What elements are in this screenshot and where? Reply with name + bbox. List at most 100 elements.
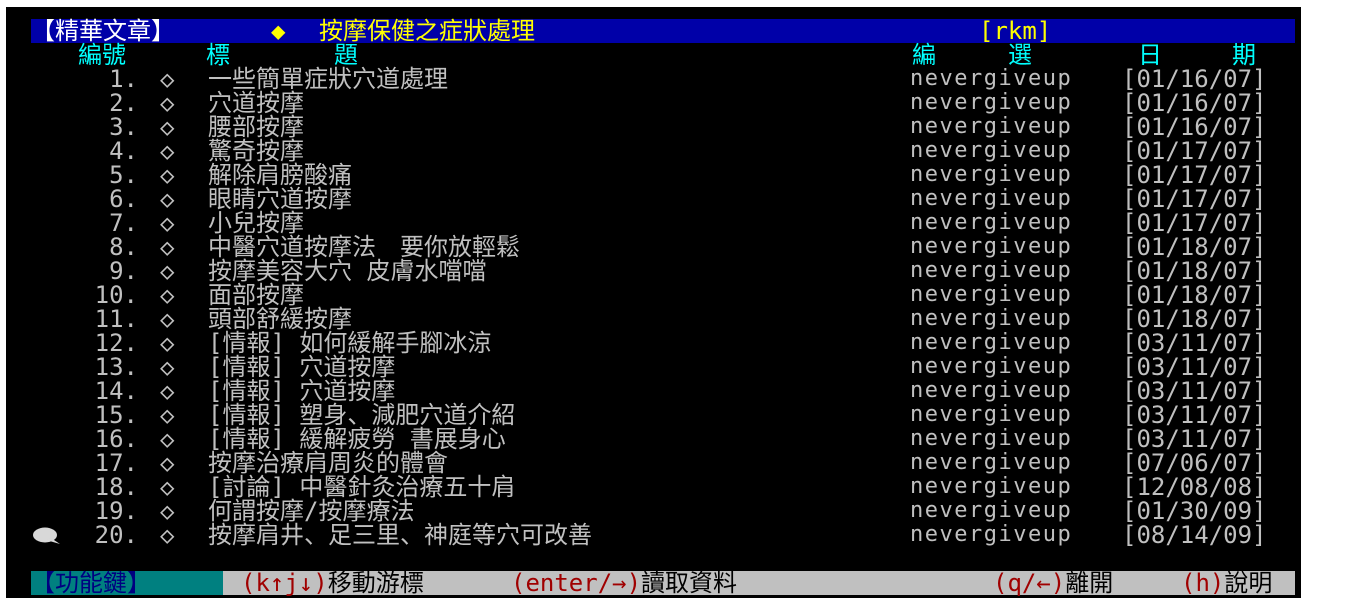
item-number: 17. [94, 449, 138, 477]
list-item[interactable]: 12. ◇ [情報] 如何緩解手腳冰涼 nevergiveup [03/11/07] [0, 329, 1300, 357]
leave-hotkey: (q/←) [993, 569, 1066, 597]
list-item[interactable]: 19. ◇ 何謂按摩/按摩療法 nevergiveup [01/30/09] [0, 497, 1300, 525]
item-marker: ◇ [160, 161, 175, 189]
board-label: 【精華文章】 [31, 17, 175, 45]
item-title: [情報] 緩解疲勞 書展身心 [208, 425, 506, 453]
item-marker: ◇ [160, 65, 175, 93]
article-list: 1. ◇ 一些簡單症狀穴道處理 nevergiveup [01/16/07] 2. ◇ 穴道按… [0, 67, 1300, 547]
list-item[interactable]: 3. ◇ 腰部按摩 nevergiveup [01/16/07] [0, 113, 1300, 141]
item-title: [情報] 如何緩解手腳冰涼 [208, 329, 492, 357]
item-title: 按摩肩井、足三里、神庭等穴可改善 [208, 521, 592, 549]
item-marker: ◇ [160, 281, 175, 309]
item-author: nevergiveup [910, 522, 1073, 547]
item-number: 16. [94, 425, 138, 453]
item-number: 3. [109, 113, 138, 141]
item-number: 12. [94, 329, 138, 357]
help-label: 說明 [1224, 569, 1273, 597]
item-author: nevergiveup [910, 258, 1073, 283]
list-item[interactable]: 2. ◇ 穴道按摩 nevergiveup [01/16/07] [0, 89, 1300, 117]
list-item[interactable]: 6. ◇ 眼睛穴道按摩 nevergiveup [01/17/07] [0, 185, 1300, 213]
list-item[interactable]: 11. ◇ 頭部舒緩按摩 nevergiveup [01/18/07] [0, 305, 1300, 333]
item-title: 穴道按摩 [208, 89, 304, 117]
item-number: 4. [109, 137, 138, 165]
item-title: 面部按摩 [208, 281, 304, 309]
list-item[interactable]: 17. ◇ 按摩治療肩周炎的體會 nevergiveup [07/06/07] [0, 449, 1300, 477]
item-date: [01/17/07] [1122, 185, 1267, 213]
item-date: [01/18/07] [1122, 305, 1267, 333]
item-number: 15. [94, 401, 138, 429]
item-number: 9. [109, 257, 138, 285]
item-marker: ◇ [160, 473, 175, 501]
item-author: nevergiveup [910, 402, 1073, 427]
item-author: nevergiveup [910, 474, 1073, 499]
item-title: 按摩治療肩周炎的體會 [208, 449, 448, 477]
item-marker: ◇ [160, 89, 175, 117]
item-marker: ◇ [160, 233, 175, 261]
item-number: 7. [109, 209, 138, 237]
list-item[interactable]: 7. ◇ 小兒按摩 nevergiveup [01/17/07] [0, 209, 1300, 237]
move-cursor-hint: (k↑j↓)移動游標 [241, 571, 424, 595]
list-item[interactable]: 16. ◇ [情報] 緩解疲勞 書展身心 nevergiveup [03/11/07] [0, 425, 1300, 453]
item-author: nevergiveup [910, 378, 1073, 403]
item-marker: ◇ [160, 449, 175, 477]
read-hint: (enter/→)讀取資料 [511, 571, 737, 595]
help-hotkey: (h) [1181, 569, 1225, 597]
item-author: nevergiveup [910, 450, 1073, 475]
item-title: 解除肩膀酸痛 [208, 161, 352, 189]
leave-label: 離開 [1065, 569, 1114, 597]
item-author: nevergiveup [910, 306, 1073, 331]
item-date: [01/16/07] [1122, 89, 1267, 117]
list-item[interactable]: 9. ◇ 按摩美容大穴 皮膚水噹噹 nevergiveup [01/18/07] [0, 257, 1300, 285]
item-date: [12/08/08] [1122, 473, 1267, 501]
window-frame-top [0, 0, 1347, 7]
list-item[interactable]: 5. ◇ 解除肩膀酸痛 nevergiveup [01/17/07] [0, 161, 1300, 189]
column-header-editor-b: 選 [1008, 41, 1032, 69]
item-marker: ◇ [160, 137, 175, 165]
title-bar: 【精華文章】 ◆ 按摩保健之症狀處理 [rkm] [31, 19, 1295, 43]
move-hotkey: (k↑j↓) [241, 569, 328, 597]
item-marker: ◇ [160, 113, 175, 141]
list-item[interactable]: 18. ◇ [討論] 中醫針灸治療五十肩 nevergiveup [12/08/08] [0, 473, 1300, 501]
item-marker: ◇ [160, 353, 175, 381]
item-title: 眼睛穴道按摩 [208, 185, 352, 213]
item-title: [情報] 穴道按摩 [208, 377, 396, 405]
item-date: [01/18/07] [1122, 257, 1267, 285]
help-hint: (h)說明 [1181, 571, 1272, 595]
item-date: [03/11/07] [1122, 401, 1267, 429]
item-title: 中醫穴道按摩法 要你放輕鬆 [208, 233, 520, 261]
item-number: 5. [109, 161, 138, 189]
list-item[interactable]: 4. ◇ 驚奇按摩 nevergiveup [01/17/07] [0, 137, 1300, 165]
item-author: nevergiveup [910, 210, 1073, 235]
speech-bubble-icon [33, 527, 60, 544]
item-number: 1. [109, 65, 138, 93]
window-frame-bottom [0, 598, 1347, 613]
list-item[interactable]: 14. ◇ [情報] 穴道按摩 nevergiveup [03/11/07] [0, 377, 1300, 405]
item-date: [01/16/07] [1122, 65, 1267, 93]
item-author: nevergiveup [910, 66, 1073, 91]
list-item[interactable]: 8. ◇ 中醫穴道按摩法 要你放輕鬆 nevergiveup [01/18/07] [0, 233, 1300, 261]
item-title: 腰部按摩 [208, 113, 304, 141]
item-author: nevergiveup [910, 426, 1073, 451]
list-item[interactable]: 15. ◇ [情報] 塑身、減肥穴道介紹 nevergiveup [03/11/07] [0, 401, 1300, 429]
item-number: 14. [94, 377, 138, 405]
item-marker: ◇ [160, 377, 175, 405]
item-author: nevergiveup [910, 282, 1073, 307]
board-tag: [rkm] [979, 17, 1052, 45]
item-author: nevergiveup [910, 330, 1073, 355]
item-date: [03/11/07] [1122, 377, 1267, 405]
list-item[interactable]: 20. ◇ 按摩肩井、足三里、神庭等穴可改善 nevergiveup [08/14/09… [0, 523, 1300, 547]
item-date: [08/14/09] [1122, 521, 1267, 549]
list-item[interactable]: 13. ◇ [情報] 穴道按摩 nevergiveup [03/11/07] [0, 353, 1300, 381]
diamond-icon: ◆ [271, 17, 286, 45]
item-number: 13. [94, 353, 138, 381]
item-marker: ◇ [160, 521, 175, 549]
list-item[interactable]: 10. ◇ 面部按摩 nevergiveup [01/18/07] [0, 281, 1300, 309]
item-date: [01/17/07] [1122, 161, 1267, 189]
item-marker: ◇ [160, 305, 175, 333]
column-header-date-b: 期 [1232, 41, 1256, 69]
item-marker: ◇ [160, 497, 175, 525]
item-author: nevergiveup [910, 234, 1073, 259]
function-key-bar: 【功能鍵】 (k↑j↓)移動游標 (enter/→)讀取資料 (q/←)離開 (… [31, 571, 1295, 595]
list-item[interactable]: 1. ◇ 一些簡單症狀穴道處理 nevergiveup [01/16/07] [0, 65, 1300, 93]
column-header-title-a: 標 [206, 41, 230, 69]
